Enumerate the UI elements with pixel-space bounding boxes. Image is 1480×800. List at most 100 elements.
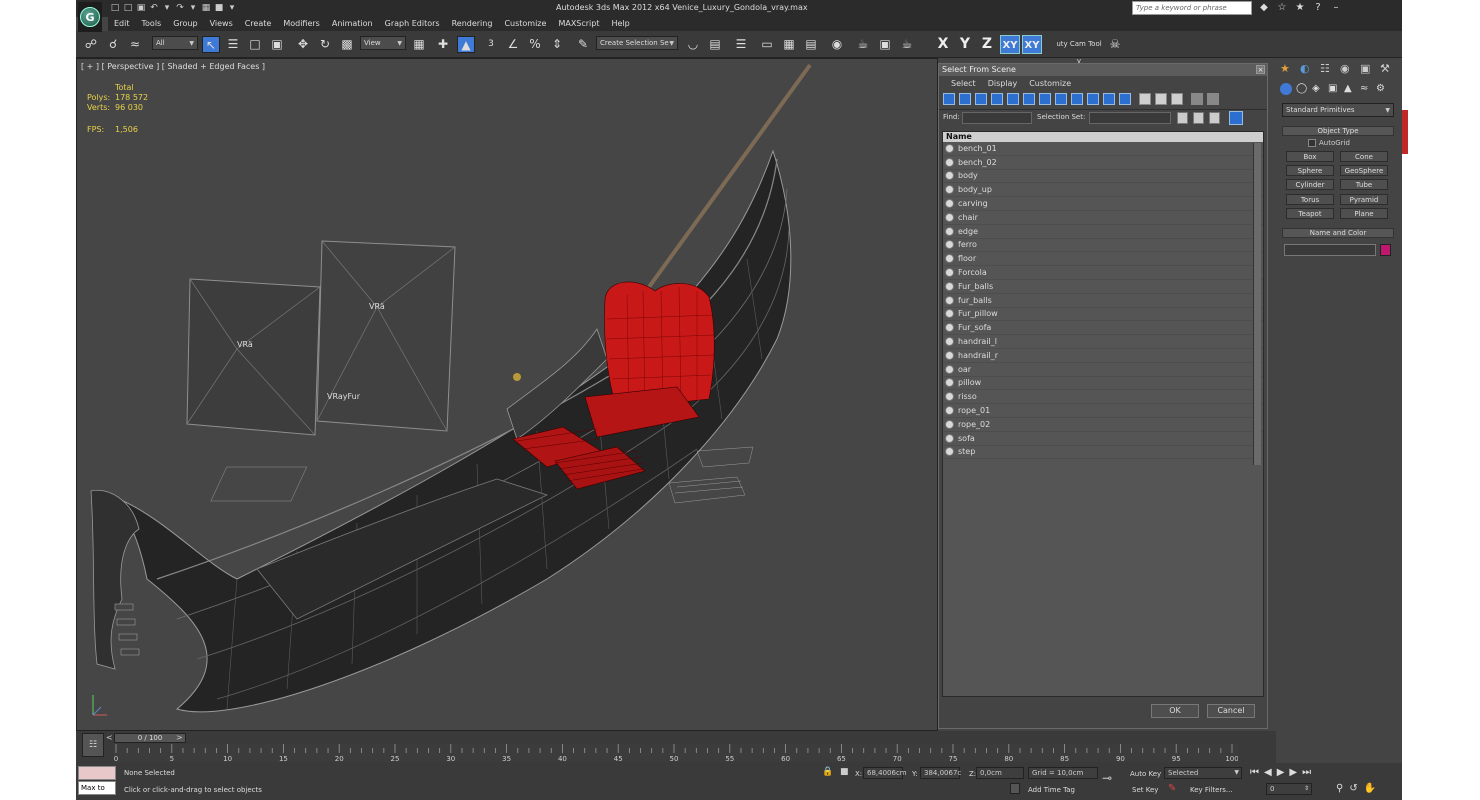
space-warps-icon[interactable]: ≈ xyxy=(1360,83,1372,95)
bind-space-warp-icon[interactable]: ≈ xyxy=(126,36,144,53)
create-selection-set-icon[interactable] xyxy=(1177,112,1188,124)
list-item[interactable]: Fur_pillow xyxy=(943,308,1263,322)
selection-set-dropdown[interactable] xyxy=(1089,112,1171,124)
list-scrollbar[interactable] xyxy=(1253,143,1261,465)
list-header-name[interactable]: Name xyxy=(943,132,1263,142)
menu-modifiers[interactable]: Modifiers xyxy=(277,17,326,31)
filter-options-icon[interactable] xyxy=(1207,93,1219,105)
shapes-icon[interactable]: ◯ xyxy=(1296,83,1308,95)
list-item[interactable]: body xyxy=(943,170,1263,184)
select-all-icon[interactable] xyxy=(1139,93,1151,105)
menu-views[interactable]: Views xyxy=(204,17,239,31)
list-item[interactable]: Forcola xyxy=(943,266,1263,280)
selection-filter-dropdown[interactable]: All ▼ xyxy=(152,36,198,50)
restrict-z-button[interactable]: Z xyxy=(977,35,997,54)
cylinder-button[interactable]: Cylinder xyxy=(1286,179,1334,190)
list-item[interactable]: Fur_sofa xyxy=(943,321,1263,336)
save-file-icon[interactable]: ▣ xyxy=(136,3,146,13)
menu-rendering[interactable]: Rendering xyxy=(446,17,499,31)
absolute-mode-icon[interactable]: ■ xyxy=(840,767,849,777)
maxscript-listener-output[interactable] xyxy=(78,766,116,780)
object-type-rollout-header[interactable]: Object Type xyxy=(1282,126,1394,136)
time-tag-icon[interactable] xyxy=(1010,783,1020,794)
filter-icon[interactable] xyxy=(1191,93,1203,105)
find-input[interactable] xyxy=(962,112,1032,124)
graphite-tools-icon[interactable]: ▭ xyxy=(758,36,776,53)
menu-maxscript[interactable]: MAXScript xyxy=(552,17,605,31)
align-icon[interactable]: ▤ xyxy=(706,36,724,53)
x-coord-field[interactable]: 68,4006cm xyxy=(863,767,907,779)
key-filters-button[interactable]: Key Filters... xyxy=(1190,786,1233,794)
list-item[interactable]: ferro xyxy=(943,239,1263,253)
beauty-cam-tool-button[interactable]: uty Cam Tool v xyxy=(1054,36,1104,65)
motion-tab-icon[interactable]: ◉ xyxy=(1340,62,1356,76)
menu-edit[interactable]: Edit xyxy=(108,17,136,31)
skull-icon[interactable]: ☠ xyxy=(1106,36,1124,53)
box-button[interactable]: Box xyxy=(1286,151,1334,162)
edit-named-selection-icon[interactable]: ✎ xyxy=(574,36,592,53)
close-icon[interactable]: × xyxy=(1256,65,1265,74)
pyramid-button[interactable]: Pyramid xyxy=(1340,194,1388,205)
add-time-tag-button[interactable]: Add Time Tag xyxy=(1028,786,1075,794)
torus-button[interactable]: Torus xyxy=(1286,194,1334,205)
utilities-tab-icon[interactable]: ⚒ xyxy=(1380,62,1396,76)
select-by-name-icon[interactable]: ☰ xyxy=(224,36,242,53)
list-item[interactable]: edge xyxy=(943,225,1263,239)
display-space-warps-icon[interactable] xyxy=(1023,93,1035,105)
display-bones-icon[interactable] xyxy=(1071,93,1083,105)
display-geometry-icon[interactable] xyxy=(943,93,955,105)
key-mode-dropdown[interactable]: Selected ▼ xyxy=(1164,767,1242,779)
spinner-snap-icon[interactable]: ⇕ xyxy=(548,36,566,53)
lock-icon[interactable]: 🔒 xyxy=(822,767,833,777)
list-item[interactable]: bench_01 xyxy=(943,142,1263,156)
menu-animation[interactable]: Animation xyxy=(326,17,379,31)
chevron-down-icon[interactable]: ▾ xyxy=(227,3,237,13)
display-hidden-icon[interactable] xyxy=(1119,93,1131,105)
display-lights-icon[interactable] xyxy=(975,93,987,105)
minimize-icon[interactable]: – xyxy=(1330,2,1342,14)
modify-tab-icon[interactable]: ◐ xyxy=(1300,62,1316,76)
chevron-down-icon[interactable]: ▾ xyxy=(162,3,172,13)
dialog-title-bar[interactable]: Select From Scene × xyxy=(939,64,1267,76)
reference-coordinate-dropdown[interactable]: View ▼ xyxy=(360,36,406,50)
pivot-center-icon[interactable]: ▦ xyxy=(410,36,428,53)
dialog-menu-customize[interactable]: Customize xyxy=(1029,79,1071,88)
open-file-icon[interactable]: □ xyxy=(123,3,133,13)
application-menu-button[interactable]: G xyxy=(78,2,102,32)
systems-icon[interactable]: ⚙ xyxy=(1376,83,1388,95)
geosphere-button[interactable]: GeoSphere xyxy=(1340,165,1388,176)
auto-key-button[interactable]: Auto Key xyxy=(1130,770,1161,778)
restrict-xy-button[interactable]: XY xyxy=(1000,35,1020,54)
project-folder-icon[interactable]: ■ xyxy=(214,3,224,13)
list-item[interactable]: bench_02 xyxy=(943,156,1263,170)
list-item[interactable]: handrail_l xyxy=(943,335,1263,349)
rendered-frame-window-icon[interactable]: ▣ xyxy=(876,36,894,53)
mini-curve-editor-icon[interactable]: ☷ xyxy=(82,733,104,757)
add-to-selection-set-icon[interactable] xyxy=(1193,112,1204,124)
sync-selection-icon[interactable] xyxy=(1229,111,1243,125)
cameras-icon[interactable]: ▣ xyxy=(1328,83,1340,95)
display-frozen-icon[interactable] xyxy=(1103,93,1115,105)
maxscript-listener-input[interactable]: Max to xyxy=(78,781,116,795)
redo-icon[interactable]: ↷ xyxy=(175,3,185,13)
go-to-end-icon[interactable]: ⏭ xyxy=(1302,767,1311,778)
display-helpers-icon[interactable] xyxy=(1007,93,1019,105)
display-shapes-icon[interactable] xyxy=(959,93,971,105)
curve-editor-icon[interactable]: ▦ xyxy=(780,36,798,53)
list-item[interactable]: oar xyxy=(943,363,1263,377)
cancel-button[interactable]: Cancel xyxy=(1207,704,1255,718)
restrict-y-button[interactable]: Y xyxy=(955,35,975,54)
list-item[interactable]: step xyxy=(943,446,1263,460)
remove-from-selection-set-icon[interactable] xyxy=(1209,112,1220,124)
list-item[interactable]: fur_balls xyxy=(943,294,1263,308)
menu-help[interactable]: Help xyxy=(606,17,636,31)
list-item[interactable]: rope_01 xyxy=(943,404,1263,418)
named-selection-set-dropdown[interactable]: Create Selection Se ▼ xyxy=(596,36,678,50)
new-file-icon[interactable]: □ xyxy=(110,3,120,13)
select-and-link-icon[interactable]: ☍ xyxy=(82,36,100,53)
angle-snap-icon[interactable]: ∠ xyxy=(504,36,522,53)
tube-button[interactable]: Tube xyxy=(1340,179,1388,190)
y-coord-field[interactable]: 384,0067c xyxy=(920,767,961,779)
list-item[interactable]: rope_02 xyxy=(943,418,1263,432)
select-manipulate-icon[interactable]: ✚ xyxy=(434,36,452,53)
